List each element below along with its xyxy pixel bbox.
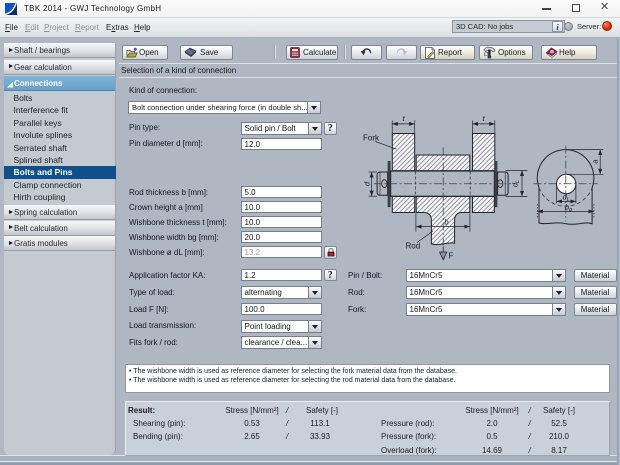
svg-text:b: b [444, 218, 448, 227]
svg-text:Fork: Fork [363, 133, 380, 142]
svg-text:t: t [402, 114, 405, 123]
svg-text:d: d [362, 181, 371, 186]
svg-text:t: t [483, 114, 486, 123]
svg-text:dL: dL [510, 180, 521, 187]
svg-text:Rod: Rod [406, 242, 421, 251]
svg-text:F: F [449, 252, 454, 261]
svg-text:a: a [590, 159, 599, 163]
